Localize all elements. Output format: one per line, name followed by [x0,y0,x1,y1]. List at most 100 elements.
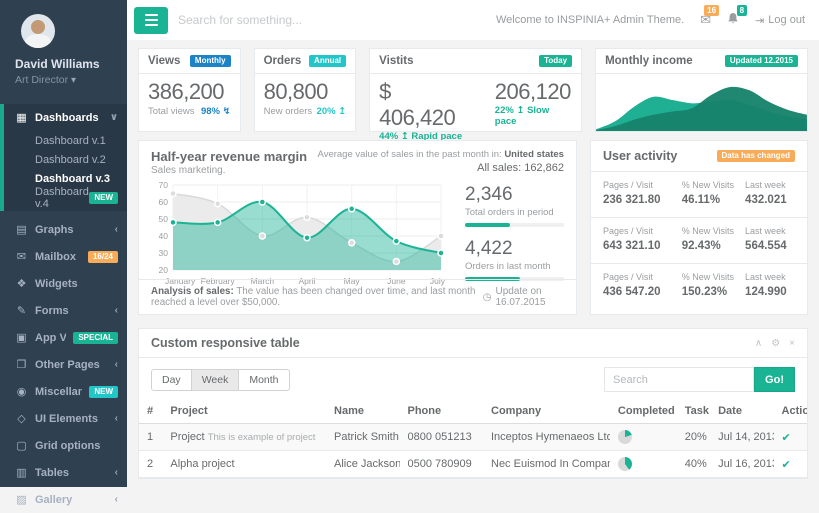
table-icon: ▥ [15,466,28,479]
sidebar-item-other-pages[interactable]: ❐Other Pages‹ [0,351,127,378]
sidebar-item-dashboard-v2[interactable]: Dashboard v.2 [4,150,127,169]
copy-icon: ❐ [15,358,28,371]
new-badge: NEW [89,192,118,204]
sidebar-nav: ▦ Dashboards ∨ Dashboard v.1 Dashboard v… [0,104,127,513]
visits-value-2: 206,120 [495,79,572,105]
sidebar-item-app-views[interactable]: ▣App ViewsSPECIAL [0,324,127,351]
revenue-panel: Half-year revenue margin Sales marketing… [138,140,577,315]
col-completed: Completed [610,399,677,424]
menu-toggle-button[interactable] [134,7,168,34]
user-role-dropdown[interactable]: Art Director ▾ [15,74,127,86]
sidebar-item-tables[interactable]: ▥Tables‹ [0,459,127,486]
sidebar-item-grid-options[interactable]: ▢Grid options [0,432,127,459]
update-info: ◷Update on 16.07.2015 [483,286,564,308]
views-label: Total views [148,106,194,117]
main-content: ViewsMonthly 386,200 Total views98% ↯ Or… [127,40,819,487]
col-task: Task [677,399,710,424]
all-sales: All sales: 162,862 [318,162,564,174]
visits-value-1: $ 406,420 [379,79,471,131]
check-icon[interactable]: ✔ [782,432,791,444]
close-icon[interactable]: × [789,338,795,349]
table-row: 2 Alpha project Alice Jackson 0500 78090… [139,451,807,478]
sidebar-item-forms[interactable]: ✎Forms‹ [0,297,127,324]
sidebar-item-dashboard-v1[interactable]: Dashboard v.1 [4,131,127,150]
views-title: Views [148,55,180,67]
visits-col-1: $ 406,420 44% ↥ Rapid pace [379,79,471,142]
user-activity-panel: User activity Data has changed Pages / Vi… [590,140,808,315]
table-panel-title: Custom responsive table [151,336,300,350]
sidebar-item-dashboards[interactable]: ▦ Dashboards ∨ [4,104,127,131]
image-icon: ▨ [15,493,28,506]
data-changed-badge: Data has changed [717,150,795,162]
visits-col-2: 206,120 22% ↥ Slow pace [495,79,572,142]
new-badge: NEW [89,386,118,398]
chevron-left-icon: ‹ [115,413,118,424]
collapse-icon[interactable]: ∧ [755,338,762,349]
laptop-icon: ▢ [15,439,28,452]
total-orders-label: Total orders in period [465,207,564,218]
svg-text:40: 40 [159,231,169,241]
profile-block: David Williams Art Director ▾ [0,0,127,94]
sidebar-item-ui-elements[interactable]: ◇UI Elements‹ [0,405,127,432]
visits-card: VistitsToday $ 406,420 44% ↥ Rapid pace … [369,48,582,132]
table-search-input[interactable] [604,367,754,392]
avatar[interactable] [21,14,55,48]
level-up-icon: ↥ [516,105,524,116]
custom-table-panel: Custom responsive table ∧ ⚙ × Day Week M… [138,328,808,479]
user-name: David Williams [15,57,127,71]
orders-label: New orders [264,106,313,117]
bolt-icon: ↯ [223,106,231,117]
check-icon[interactable]: ✔ [782,459,791,471]
notifications-button[interactable]: 8 [727,12,739,28]
sidebar-item-graphs[interactable]: ▤Graphs‹ [0,216,127,243]
views-change: 98% ↯ [201,106,231,117]
sign-out-icon: ⇥ [755,14,764,27]
col-num: # [139,399,162,424]
search-input[interactable] [178,13,496,27]
last-month-orders-value: 4,422 [465,238,564,260]
sidebar-item-dashboard-v4[interactable]: Dashboard v.4NEW [4,188,127,207]
globe-icon: ◉ [15,385,28,398]
activity-row: Pages / Visit236 321.80 % New Visits46.1… [591,172,807,218]
wrench-icon[interactable]: ⚙ [771,338,780,349]
dashboards-icon: ▦ [15,111,28,124]
total-orders-value: 2,346 [465,184,564,206]
day-button[interactable]: Day [151,369,192,391]
col-company: Company [483,399,610,424]
sidebar-item-gallery[interactable]: ▨Gallery‹ [0,486,127,513]
col-phone: Phone [400,399,484,424]
week-button[interactable]: Week [192,369,240,391]
sidebar-section-dashboards: ▦ Dashboards ∨ Dashboard v.1 Dashboard v… [0,104,127,211]
messages-button[interactable]: ✉ 16 [700,12,711,28]
chevron-left-icon: ‹ [115,359,118,370]
income-title: Monthly income [605,55,693,67]
sidebar-item-miscellaneous[interactable]: ◉MiscellaneousNEW [0,378,127,405]
sidebar-item-widgets[interactable]: ❖Widgets [0,270,127,297]
views-card: ViewsMonthly 386,200 Total views98% ↯ [138,48,241,132]
orders-change: 20% ↥ [317,106,347,117]
sidebar-item-mailbox[interactable]: ✉Mailbox16/24 [0,243,127,270]
avatar-head [31,20,45,34]
orders-title: Orders [264,55,302,67]
month-button[interactable]: Month [239,369,289,391]
caret-down-icon: ▾ [71,75,76,86]
notifications-count-badge: 8 [737,5,747,16]
svg-text:70: 70 [159,180,169,190]
table-row: 1 Project This is example of project Pat… [139,424,807,451]
go-button[interactable]: Go! [754,367,795,392]
logout-button[interactable]: ⇥ Log out [755,14,805,27]
orders-value: 80,800 [264,79,347,105]
level-up-icon: ↥ [338,106,346,117]
col-date: Date [710,399,773,424]
chevron-left-icon: ‹ [115,224,118,235]
envelope-icon: ✉ [15,250,28,263]
chevron-left-icon: ‹ [115,467,118,478]
welcome-text: Welcome to INSPINIA+ Admin Theme. [496,14,684,26]
special-badge: SPECIAL [73,332,118,344]
completion-pie [618,457,632,471]
income-chart [596,74,807,131]
today-badge: Today [539,55,572,67]
revenue-subtitle: Sales marketing. [151,165,307,176]
user-activity-title: User activity [603,149,677,163]
mailbox-count-badge: 16/24 [88,251,118,263]
